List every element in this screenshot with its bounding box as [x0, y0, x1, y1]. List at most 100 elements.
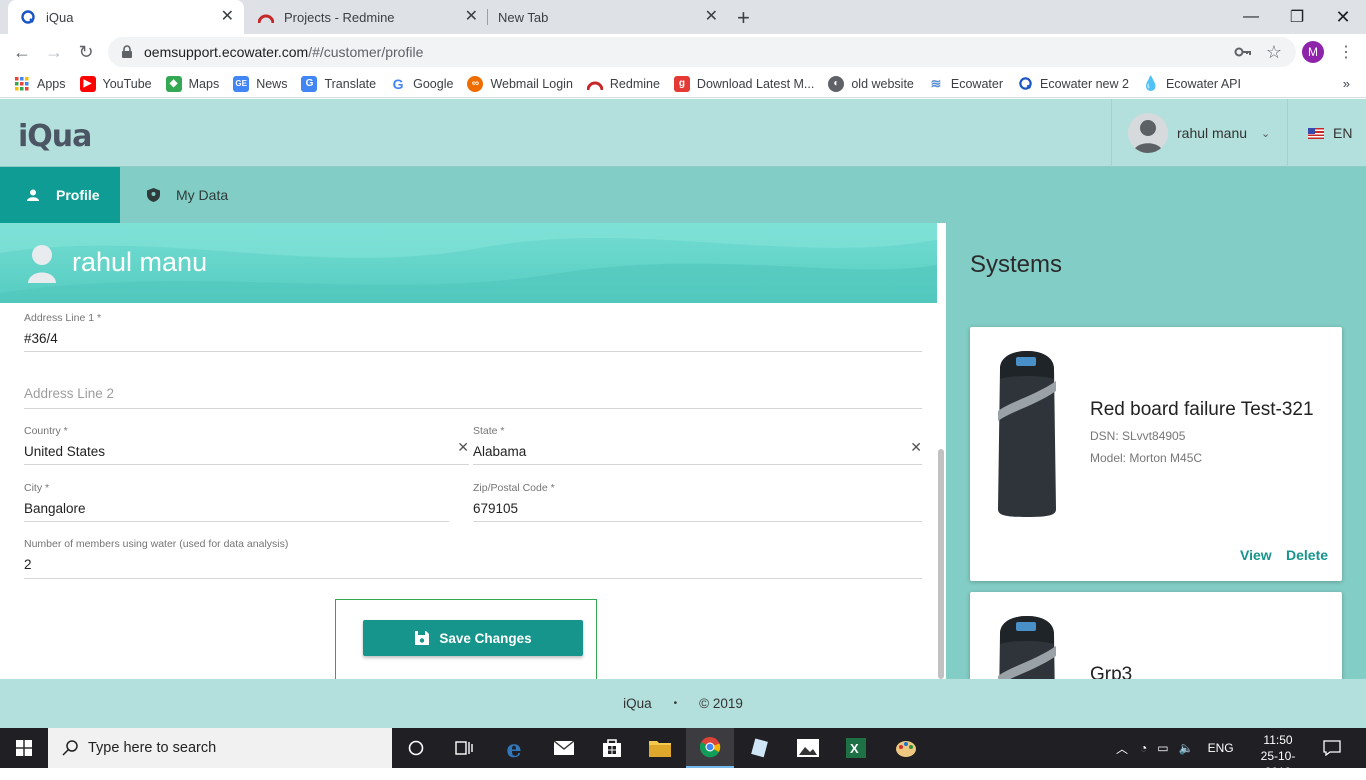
bookmark-star-icon[interactable]: ☆ [1266, 42, 1282, 63]
bookmark-redmine[interactable]: Redmine [586, 76, 660, 92]
language-indicator[interactable]: ENG [1208, 741, 1234, 755]
battery-icon[interactable]: ▭ [1157, 741, 1168, 755]
system-name: Red board failure Test-321 [1090, 399, 1314, 420]
notifications-icon[interactable] [1310, 728, 1354, 768]
state-field[interactable]: State * Alabama ✕ [473, 425, 922, 465]
save-focus-outline: Save Changes [335, 599, 597, 679]
photos-icon[interactable] [784, 728, 832, 768]
volume-icon[interactable]: 🔈 [1179, 741, 1194, 755]
user-menu[interactable]: rahul manu ⌄ [1111, 99, 1288, 167]
iqua-favicon-icon [1017, 76, 1033, 92]
network-icon[interactable]: ◔ [1140, 741, 1147, 755]
minimize-icon[interactable]: — [1228, 0, 1274, 34]
save-changes-button[interactable]: Save Changes [363, 620, 583, 656]
system-dsn: DSN: SLvvt84905 [1090, 429, 1186, 443]
bookmark-label: Ecowater [950, 76, 1003, 91]
chevron-up-icon[interactable]: ︿ [1116, 740, 1128, 757]
back-icon[interactable]: ← [10, 40, 34, 64]
iqua-logo[interactable]: iQua [18, 119, 92, 154]
browser-tab-iqua[interactable]: iQua ✕ [8, 0, 244, 34]
bookmark-download[interactable]: g Download Latest M... [673, 75, 814, 92]
lock-icon [122, 45, 132, 58]
edge-icon[interactable]: e [490, 728, 538, 768]
cortana-icon[interactable] [392, 728, 440, 768]
clear-icon[interactable]: ✕ [457, 439, 469, 456]
window-close-icon[interactable]: ✕ [1320, 0, 1366, 34]
bookmark-label: Apps [37, 76, 66, 91]
paint-icon[interactable] [882, 728, 930, 768]
app-header: iQua rahul manu ⌄ EN [0, 99, 1366, 167]
bookmarks-more-icon[interactable]: » [1343, 76, 1350, 91]
tab-label: My Data [176, 187, 229, 203]
address-line-2-field[interactable]: Address Line 2 [24, 369, 922, 409]
translate-icon: G [301, 75, 318, 92]
bookmark-maps[interactable]: ◆ Maps [165, 75, 219, 92]
bookmark-label: YouTube [102, 76, 152, 91]
mail-icon[interactable] [540, 728, 588, 768]
bookmark-old-website[interactable]: ◐ old website [828, 75, 914, 92]
field-value: 2 [24, 557, 32, 572]
browser-tab-redmine[interactable]: Projects - Redmine ✕ [246, 0, 488, 34]
bookmark-translate[interactable]: G Translate [301, 75, 376, 92]
windows-start-icon[interactable] [0, 728, 48, 768]
redmine-icon [586, 76, 603, 92]
chrome-icon[interactable] [686, 728, 734, 768]
close-tab-icon[interactable]: ✕ [465, 9, 478, 25]
bookmark-youtube[interactable]: ▶ YouTube [79, 75, 152, 92]
bookmark-label: Redmine [609, 76, 660, 91]
field-label: Zip/Postal Code * [473, 482, 555, 494]
restore-icon[interactable]: ❐ [1274, 0, 1320, 34]
bookmark-label: Google [413, 76, 454, 91]
scrollbar-thumb[interactable] [938, 449, 944, 679]
bookmark-news[interactable]: GE News [233, 75, 287, 92]
bookmark-ecowater-new-2[interactable]: Ecowater new 2 [1017, 76, 1129, 92]
browser-toolbar: ← → ↻ oemsupport.ecowater.com/#/customer… [0, 34, 1366, 70]
clock-time: 11:50 [1263, 733, 1293, 747]
forward-icon[interactable]: → [42, 40, 66, 64]
field-value: United States [24, 444, 106, 459]
tab-my-data[interactable]: My Data [120, 167, 260, 223]
excel-icon[interactable]: X [832, 728, 880, 768]
address-line-1-field[interactable]: Address Line 1 * #36/4 [24, 312, 922, 352]
language-selector[interactable]: EN [1308, 125, 1352, 141]
taskbar-search-input[interactable]: Type here to search [48, 728, 392, 768]
notepad-icon[interactable] [736, 728, 784, 768]
taskbar-clock[interactable]: 11:50 25-10-2019 [1248, 732, 1308, 780]
bookmark-ecowater-api[interactable]: 💧 Ecowater API [1142, 75, 1241, 92]
save-label: Save Changes [439, 630, 532, 646]
address-bar[interactable]: oemsupport.ecowater.com/#/customer/profi… [108, 37, 1296, 67]
close-tab-icon[interactable]: ✕ [705, 9, 718, 25]
bookmark-google[interactable]: G Google [390, 76, 454, 92]
view-button[interactable]: View [1240, 547, 1272, 563]
members-field[interactable]: Number of members using water (used for … [24, 538, 922, 579]
new-tab-icon[interactable]: + [737, 5, 750, 31]
file-explorer-icon[interactable] [636, 728, 684, 768]
app-footer: iQua • © 2019 [0, 679, 1366, 728]
bookmark-apps[interactable]: Apps [14, 76, 66, 92]
field-label: City * [24, 482, 50, 494]
bookmarks-bar: Apps ▶ YouTube ◆ Maps GE News G Translate GG… [0, 70, 1366, 98]
globe-icon: ◐ [828, 75, 845, 92]
tab-profile[interactable]: Profile [0, 167, 120, 223]
delete-button[interactable]: Delete [1286, 547, 1328, 563]
city-field[interactable]: City * Bangalore [24, 482, 449, 522]
browser-tab-newtab[interactable]: New Tab ✕ [488, 0, 728, 34]
close-tab-icon[interactable]: ✕ [221, 9, 234, 25]
task-view-icon[interactable] [440, 728, 488, 768]
bookmark-webmail[interactable]: ∞ Webmail Login [467, 75, 573, 92]
url-path: /#/customer/profile [308, 44, 424, 60]
store-icon[interactable] [588, 728, 636, 768]
browser-menu-icon[interactable]: ⋮ [1338, 42, 1354, 62]
profile-banner: rahul manu [0, 223, 946, 303]
systems-title: Systems [970, 251, 1063, 278]
clear-icon[interactable]: ✕ [910, 439, 922, 456]
avatar [1128, 113, 1168, 153]
zip-field[interactable]: Zip/Postal Code * 679105 [473, 482, 922, 522]
bookmark-ecowater[interactable]: ≋ Ecowater [928, 76, 1003, 92]
country-field[interactable]: Country * United States ✕ [24, 425, 469, 465]
system-card: Red board failure Test-321 DSN: SLvvt849… [970, 327, 1342, 581]
reload-icon[interactable]: ↻ [74, 40, 98, 64]
browser-profile-avatar[interactable]: M [1302, 41, 1324, 63]
system-model: Model: Morton M45C [1090, 451, 1203, 465]
key-icon[interactable] [1234, 43, 1252, 61]
